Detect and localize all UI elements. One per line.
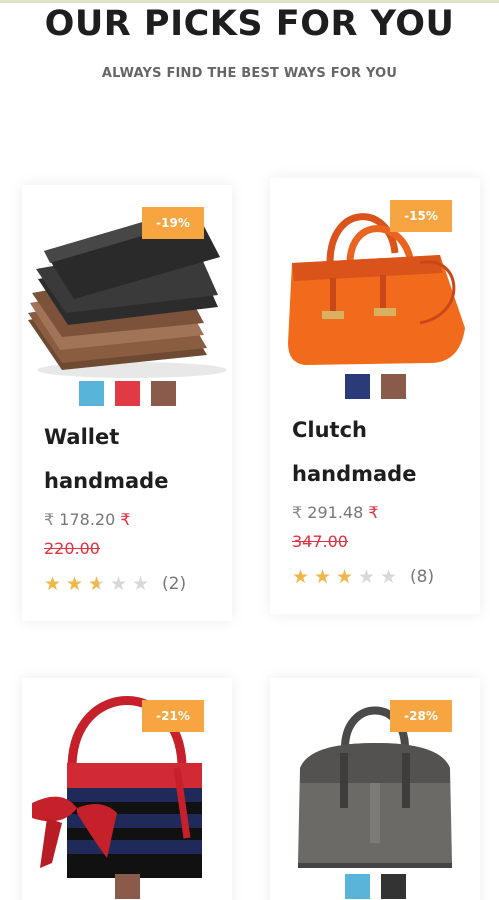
- discount-badge: -19%: [142, 207, 204, 239]
- star-icon: ★: [314, 566, 332, 588]
- section-title: OUR PICKS FOR YOU: [44, 4, 455, 44]
- star-empty-icon: ★: [358, 566, 376, 588]
- review-count[interactable]: (8): [410, 567, 434, 587]
- product-name[interactable]: Wallet handmade: [44, 415, 224, 503]
- swatch-brown[interactable]: [150, 381, 176, 406]
- currency-symbol: ₹: [44, 510, 55, 529]
- review-count[interactable]: (2): [162, 574, 186, 594]
- star-empty-icon: ★: [110, 573, 128, 595]
- swatch-blue[interactable]: [344, 874, 370, 899]
- old-price: 220.00: [44, 539, 100, 558]
- product-card-striped-bag[interactable]: -21%: [22, 678, 232, 900]
- product-name-line2[interactable]: handmade: [292, 452, 472, 496]
- old-price: 347.00: [292, 532, 348, 551]
- product-name-line1[interactable]: Wallet: [44, 415, 224, 459]
- discount-badge: -15%: [390, 200, 452, 232]
- discount-badge: -21%: [142, 700, 204, 732]
- swatch-blue[interactable]: [78, 381, 104, 406]
- swatch-dark[interactable]: [380, 874, 406, 899]
- swatch-navy[interactable]: [344, 374, 370, 399]
- color-swatches: [270, 374, 480, 399]
- color-swatches: [270, 874, 480, 899]
- swatch-brown[interactable]: [114, 874, 140, 899]
- top-divider: [0, 0, 499, 3]
- swatch-red[interactable]: [114, 381, 140, 406]
- old-currency-symbol: ₹: [120, 510, 131, 529]
- current-price: ₹ 291.48 ₹: [292, 503, 379, 522]
- old-currency-symbol: ₹: [368, 503, 379, 522]
- currency-symbol: ₹: [292, 503, 303, 522]
- star-half-icon: ★: [88, 573, 110, 595]
- color-swatches: [22, 874, 232, 899]
- rating: ★ ★ ★ ★ ★ (8): [292, 566, 434, 588]
- star-icon: ★: [336, 566, 354, 588]
- swatch-brown[interactable]: [380, 374, 406, 399]
- product-card-wallet[interactable]: -19% Wallet handmade ₹ 178.20 ₹ 220.00 ★…: [22, 185, 232, 621]
- price-value: 178.20: [59, 510, 116, 529]
- product-card-croc-bag[interactable]: -28%: [270, 678, 480, 900]
- price-value: 291.48: [307, 503, 364, 522]
- product-name[interactable]: Clutch handmade: [292, 408, 472, 496]
- color-swatches: [22, 381, 232, 406]
- product-name-line2[interactable]: handmade: [44, 459, 224, 503]
- product-name-line1[interactable]: Clutch: [292, 408, 472, 452]
- discount-badge: -28%: [390, 700, 452, 732]
- star-empty-icon: ★: [380, 566, 398, 588]
- star-icon: ★: [66, 573, 84, 595]
- star-icon: ★: [44, 573, 62, 595]
- star-empty-icon: ★: [132, 573, 150, 595]
- current-price: ₹ 178.20 ₹: [44, 510, 131, 529]
- rating: ★ ★ ★ ★ ★ (2): [44, 573, 186, 595]
- product-card-clutch[interactable]: -15% Clutch handmade ₹ 291.48 ₹ 347.00 ★…: [270, 178, 480, 614]
- star-icon: ★: [292, 566, 310, 588]
- section-subtitle: ALWAYS FIND THE BEST WAYS FOR YOU: [101, 66, 398, 81]
